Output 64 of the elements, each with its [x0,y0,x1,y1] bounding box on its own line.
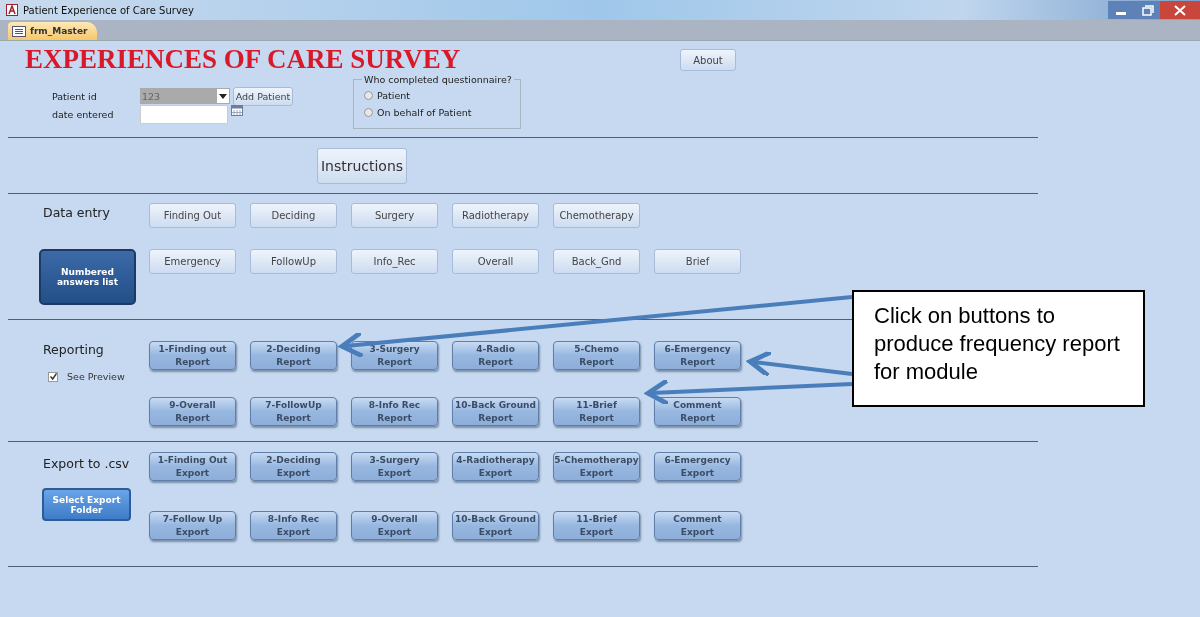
export-button[interactable]: 4-Radiotherapy Export [452,452,539,481]
module-button[interactable]: Info_Rec [351,249,438,274]
close-icon[interactable] [1160,1,1200,19]
module-button[interactable]: Emergency [149,249,236,274]
export-button[interactable]: 2-Deciding Export [250,452,337,481]
group-legend: Who completed questionnaire? [362,74,514,85]
form-title: EXPERIENCES OF CARE SURVEY [25,45,462,73]
report-button[interactable]: 5-Chemo Report [553,341,640,370]
calendar-icon[interactable] [231,105,243,116]
export-button[interactable]: 3-Surgery Export [351,452,438,481]
report-button[interactable]: 11-Brief Report [553,397,640,426]
export-button[interactable]: Comment Export [654,511,741,540]
callout-text: Click on buttons to produce frequency report for module [852,290,1145,407]
answers-list-button[interactable]: Numbered answers list [39,249,136,305]
instructions-button[interactable]: Instructions [317,147,407,184]
report-button[interactable]: 4-Radio Report [452,341,539,370]
radio-button[interactable] [364,91,373,100]
form-icon [12,25,26,37]
report-button[interactable]: 8-Info Rec Report [351,397,438,426]
patient-id-dropdown[interactable]: 123 [140,88,230,104]
report-button[interactable]: 2-Deciding Report [250,341,337,370]
module-button[interactable]: Chemotherapy [553,203,640,228]
module-button[interactable]: Finding Out [149,203,236,228]
add-patient-button[interactable]: Add Patient [233,86,293,106]
export-button[interactable]: 1-Finding Out Export [149,452,236,481]
export-button[interactable]: 6-Emergency Export [654,452,741,481]
section-label: Reporting [42,342,105,357]
module-button[interactable]: Brief [654,249,741,274]
export-button[interactable]: 7-Follow Up Export [149,511,236,540]
restore-icon[interactable] [1134,1,1160,19]
radio-label: On behalf of Patient [377,107,472,118]
about-button[interactable]: About [680,49,736,71]
minimize-icon[interactable] [1108,1,1134,19]
module-button[interactable]: Overall [452,249,539,274]
export-button[interactable]: 9-Overall Export [351,511,438,540]
select-folder-button[interactable]: Select Export Folder [42,488,131,521]
report-button[interactable]: 10-Back Ground Report [452,397,539,426]
module-button[interactable]: FollowUp [250,249,337,274]
section-label: Data entry [42,205,111,220]
checkbox[interactable] [48,371,58,382]
export-button[interactable]: 5-Chemotherapy Export [553,452,640,481]
module-button[interactable]: Surgery [351,203,438,228]
window-title: Patient Experience of Care Survey [23,4,194,16]
report-button[interactable]: 9-Overall Report [149,397,236,426]
radio-label: Patient [377,90,411,101]
report-button[interactable]: 1-Finding out Report [149,341,236,370]
module-button[interactable]: Back_Gnd [553,249,640,274]
checkbox-label: See Preview [67,371,125,382]
app-icon [6,4,18,16]
report-button[interactable]: Comment Report [654,397,741,426]
date-field[interactable] [140,104,228,124]
report-button[interactable]: 7-FollowUp Report [250,397,337,426]
caret-icon [217,89,229,103]
export-button[interactable]: 8-Info Rec Export [250,511,337,540]
form-tab[interactable]: frm_Master [8,22,98,40]
report-button[interactable]: 6-Emergency Report [654,341,741,370]
module-button[interactable]: Radiotherapy [452,203,539,228]
export-button[interactable]: 11-Brief Export [553,511,640,540]
field-label: Patient id [51,90,98,102]
export-button[interactable]: 10-Back Ground Export [452,511,539,540]
radio-button[interactable] [364,108,373,117]
field-label: date entered [51,108,115,120]
module-button[interactable]: Deciding [250,203,337,228]
section-label: Export to .csv [42,456,131,471]
